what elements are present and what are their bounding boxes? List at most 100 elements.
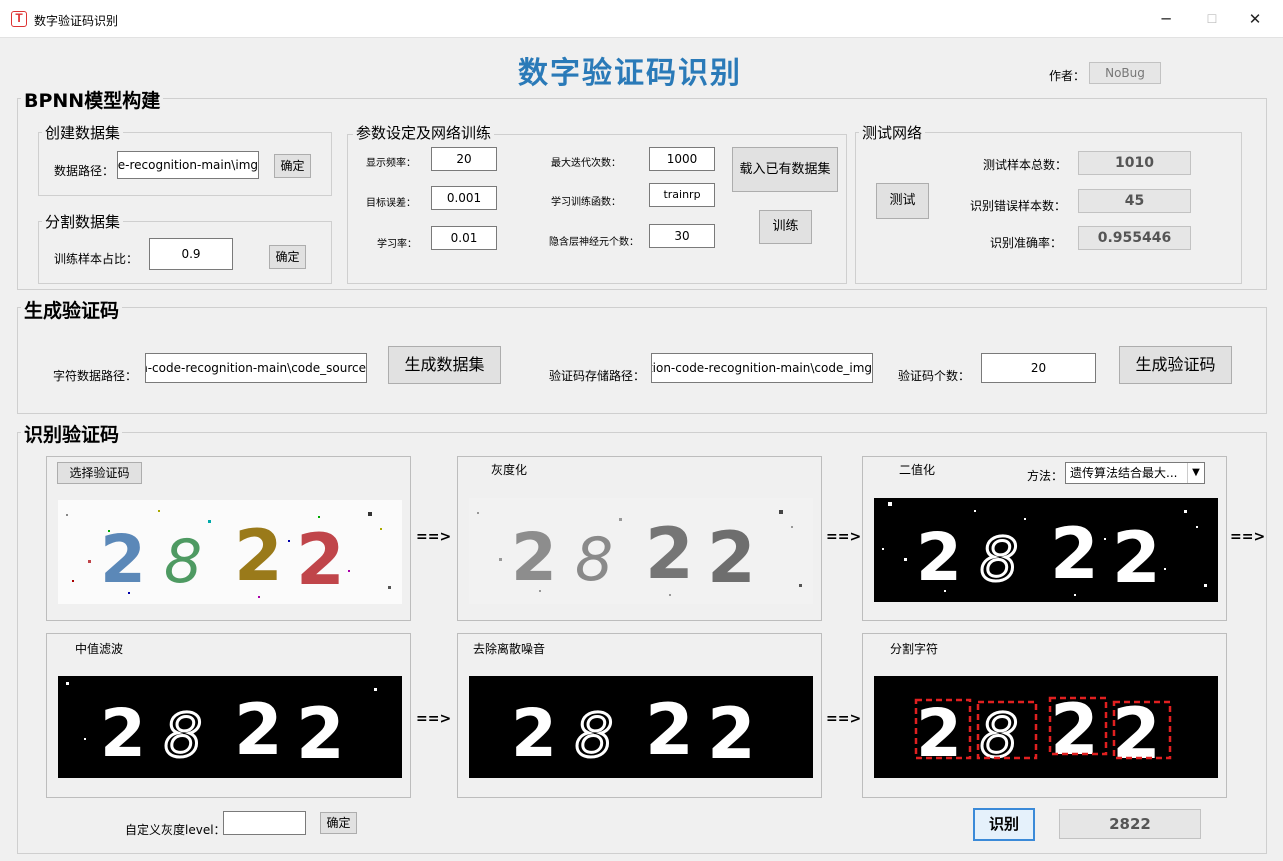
arrow-4: ==> <box>416 711 452 727</box>
create-confirm-button[interactable]: 确定 <box>274 154 311 178</box>
arrow-1: ==> <box>416 529 452 545</box>
binary-captcha-image: 2 8 2 2 <box>874 498 1218 602</box>
split-confirm-button[interactable]: 确定 <box>269 245 306 269</box>
method-select-value: 遗传算法结合最大... <box>1070 466 1178 480</box>
svg-text:8: 8 <box>164 527 202 597</box>
binary-label: 二值化 <box>899 463 936 477</box>
result-field: 2822 <box>1059 809 1201 839</box>
minimize-button[interactable]: ─ <box>1143 6 1189 34</box>
denoise-captcha-image: 2 8 2 2 <box>469 676 813 778</box>
learning-rate-label: 学习率： <box>377 239 417 250</box>
svg-text:2: 2 <box>296 693 345 775</box>
test-button[interactable]: 测试 <box>876 183 929 219</box>
method-label: 方法： <box>1027 469 1064 483</box>
segment-label: 分割字符 <box>890 642 939 656</box>
goal-input[interactable]: 0.001 <box>431 186 497 210</box>
svg-text:8: 8 <box>164 701 202 771</box>
window-title: 数字验证码识别 <box>34 14 119 28</box>
svg-text:2: 2 <box>916 519 962 596</box>
custom-gray-input[interactable] <box>223 811 306 835</box>
arrow-5: ==> <box>826 711 862 727</box>
arrow-3: ==> <box>1230 529 1266 545</box>
bpnn-legend: BPNN模型构建 <box>21 86 164 113</box>
train-ratio-label: 训练样本占比： <box>54 252 139 266</box>
svg-text:2: 2 <box>511 695 557 772</box>
test-network-legend: 测试网络 <box>859 122 926 143</box>
close-button[interactable]: ✕ <box>1232 6 1278 34</box>
page-title: 数字验证码识别 <box>518 56 742 91</box>
gray-captcha-image: 2 8 2 2 <box>469 498 813 604</box>
goal-label: 目标误差： <box>366 198 416 209</box>
svg-text:2: 2 <box>1050 513 1099 595</box>
params-legend: 参数设定及网络训练 <box>353 122 495 143</box>
svg-text:2: 2 <box>1112 517 1161 599</box>
train-button[interactable]: 训练 <box>759 210 812 244</box>
hidden-neurons-label: 隐含层神经元个数： <box>549 237 639 248</box>
custom-confirm-button[interactable]: 确定 <box>320 812 357 834</box>
svg-text:2: 2 <box>645 689 694 771</box>
median-captcha-image: 2 8 2 2 <box>58 676 402 778</box>
generate-captcha-button[interactable]: 生成验证码 <box>1119 346 1232 384</box>
svg-text:2: 2 <box>1112 693 1161 775</box>
chevron-down-icon[interactable]: ▼ <box>1187 463 1204 483</box>
char-path-label: 字符数据路径： <box>53 369 138 383</box>
max-epochs-label: 最大迭代次数： <box>551 158 621 169</box>
svg-text:8: 8 <box>980 701 1018 771</box>
median-label: 中值滤波 <box>75 642 124 656</box>
svg-text:2: 2 <box>1050 689 1099 771</box>
generate-legend: 生成验证码 <box>21 296 123 323</box>
recognize-button[interactable]: 识别 <box>973 808 1035 841</box>
load-dataset-button[interactable]: 载入已有数据集 <box>732 147 838 192</box>
save-path-label: 验证码存储路径： <box>549 369 646 383</box>
title-bar: T 数字验证码识别 ─ ☐ ✕ <box>0 0 1283 38</box>
original-captcha-image: 2 8 2 2 <box>58 500 402 604</box>
svg-text:2: 2 <box>100 521 146 598</box>
svg-text:2: 2 <box>916 695 962 772</box>
train-fn-input[interactable]: trainrp <box>649 183 715 207</box>
hidden-neurons-input[interactable]: 30 <box>649 224 715 248</box>
svg-text:2: 2 <box>100 695 146 772</box>
test-total-value: 1010 <box>1078 151 1191 175</box>
count-input[interactable]: 20 <box>981 353 1096 383</box>
learning-rate-input[interactable]: 0.01 <box>431 226 497 250</box>
test-total-label: 测试样本总数： <box>983 158 1068 172</box>
data-path-label: 数据路径： <box>54 164 115 178</box>
author-label: 作者： <box>1049 69 1086 83</box>
test-errors-label: 识别错误样本数： <box>970 199 1067 213</box>
make-dataset-button[interactable]: 生成数据集 <box>388 346 501 384</box>
train-fn-label: 学习训练函数： <box>551 197 621 208</box>
accuracy-value: 0.955446 <box>1078 226 1191 250</box>
accuracy-label: 识别准确率： <box>990 236 1063 250</box>
svg-text:2: 2 <box>707 517 756 599</box>
author-field: NoBug <box>1089 62 1161 84</box>
show-freq-input[interactable]: 20 <box>431 147 497 171</box>
arrow-2: ==> <box>826 529 862 545</box>
svg-text:2: 2 <box>296 519 345 601</box>
svg-text:2: 2 <box>511 519 557 596</box>
method-select[interactable]: 遗传算法结合最大... ▼ <box>1065 462 1205 484</box>
svg-text:8: 8 <box>575 701 613 771</box>
data-path-input[interactable]: e-recognition-main\img\ <box>117 151 259 179</box>
svg-text:2: 2 <box>234 689 283 771</box>
maximize-button[interactable]: ☐ <box>1189 6 1235 34</box>
svg-text:2: 2 <box>707 693 756 775</box>
max-epochs-input[interactable]: 1000 <box>649 147 715 171</box>
save-path-input[interactable]: tion-code-recognition-main\code_img\ <box>651 353 873 383</box>
svg-text:8: 8 <box>575 525 613 595</box>
split-dataset-legend: 分割数据集 <box>42 211 124 232</box>
select-captcha-button[interactable]: 选择验证码 <box>57 462 142 484</box>
svg-text:2: 2 <box>645 513 694 595</box>
recognize-legend: 识别验证码 <box>21 420 123 447</box>
show-freq-label: 显示频率： <box>366 158 416 169</box>
train-ratio-input[interactable]: 0.9 <box>149 238 233 270</box>
app-icon: T <box>11 11 27 27</box>
custom-gray-label: 自定义灰度level： <box>125 823 226 837</box>
denoise-label: 去除离散噪音 <box>473 642 546 656</box>
segment-captcha-image: 2 8 2 2 <box>874 676 1218 778</box>
svg-text:8: 8 <box>980 525 1018 595</box>
create-dataset-legend: 创建数据集 <box>42 122 124 143</box>
char-path-input[interactable]: n-code-recognition-main\code_source\ <box>145 353 367 383</box>
svg-text:2: 2 <box>234 515 283 597</box>
test-errors-value: 45 <box>1078 189 1191 213</box>
gray-label: 灰度化 <box>491 463 528 477</box>
